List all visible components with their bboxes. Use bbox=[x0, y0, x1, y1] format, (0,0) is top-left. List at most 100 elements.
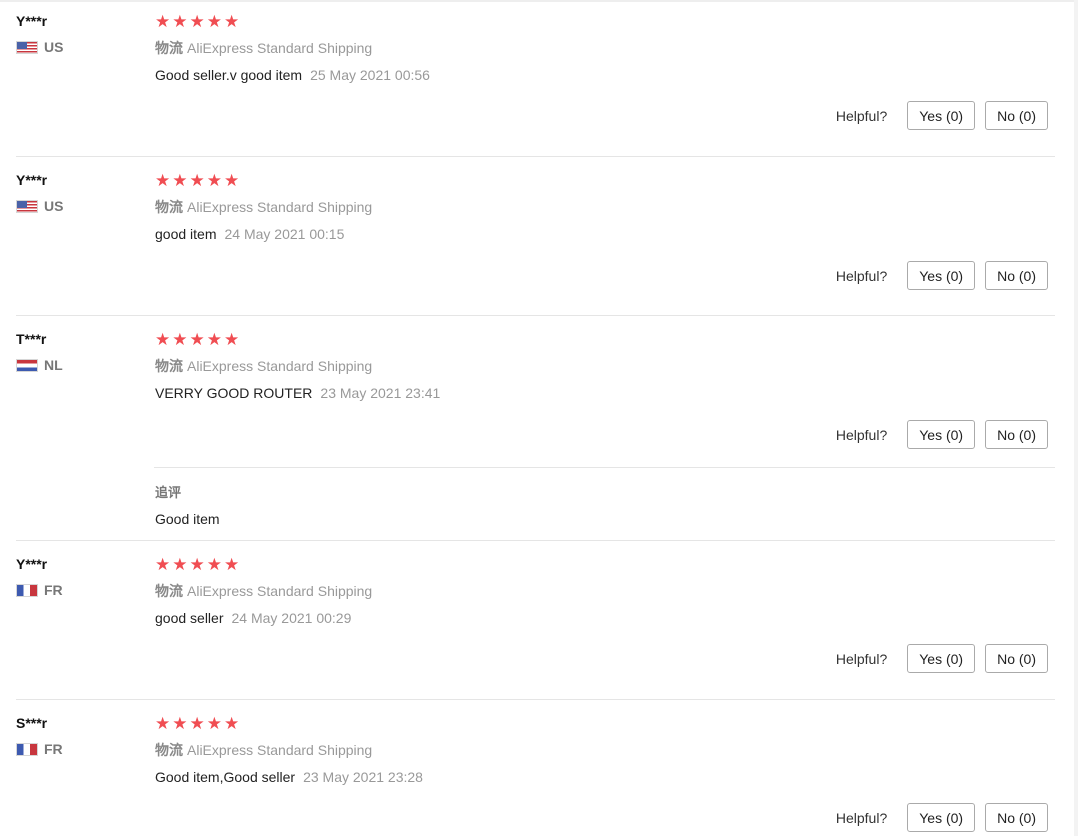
star-icon: ★ bbox=[189, 555, 205, 574]
star-rating: ★ ★ ★ ★ ★ bbox=[155, 12, 1055, 32]
helpful-no-button[interactable]: No (0) bbox=[985, 803, 1048, 832]
helpful-label: Helpful? bbox=[835, 650, 888, 667]
reviewer-country: FR bbox=[16, 741, 136, 757]
nl-flag-icon bbox=[16, 358, 38, 372]
helpful-yes-button[interactable]: Yes (0) bbox=[907, 261, 976, 290]
star-icon: ★ bbox=[172, 555, 188, 574]
reviewer-name: S***r bbox=[16, 715, 48, 731]
review-content: ★ ★ ★ ★ ★ 物流 AliExpress Standard Shipping goo… bbox=[155, 171, 1055, 243]
review-content: ★ ★ ★ ★ ★ 物流 AliExpress Standard Shipping VER… bbox=[155, 330, 1055, 402]
review-text: VERRY GOOD ROUTER bbox=[155, 385, 313, 401]
star-icon: ★ bbox=[172, 714, 188, 733]
star-rating: ★ ★ ★ ★ ★ bbox=[155, 555, 1055, 575]
star-icon: ★ bbox=[189, 330, 205, 349]
helpful-label: Helpful? bbox=[835, 426, 888, 443]
review-date: 24 May 2021 00:29 bbox=[231, 610, 352, 626]
star-icon: ★ bbox=[206, 330, 222, 349]
country-code: FR bbox=[44, 741, 63, 757]
shipping-label: 物流 bbox=[155, 358, 183, 374]
shipping-label: 物流 bbox=[155, 742, 183, 758]
shipping-method: AliExpress Standard Shipping bbox=[187, 742, 373, 758]
star-icon: ★ bbox=[206, 171, 222, 190]
helpful-yes-button[interactable]: Yes (0) bbox=[907, 420, 976, 449]
review-divider bbox=[16, 156, 1055, 157]
review-body: VERRY GOOD ROUTER 23 May 2021 23:41 bbox=[155, 384, 1055, 402]
reviewer-country: FR bbox=[16, 582, 136, 598]
helpful-no-button[interactable]: No (0) bbox=[985, 420, 1048, 449]
reviewer-name: Y***r bbox=[16, 556, 48, 572]
review-content: ★ ★ ★ ★ ★ 物流 AliExpress Standard Shipping Goo… bbox=[155, 12, 1055, 84]
star-rating: ★ ★ ★ ★ ★ bbox=[155, 330, 1055, 350]
reviewer-name: Y***r bbox=[16, 172, 48, 188]
shipping-method: AliExpress Standard Shipping bbox=[187, 40, 373, 56]
helpful-no-button[interactable]: No (0) bbox=[985, 261, 1048, 290]
shipping-info: 物流 AliExpress Standard Shipping bbox=[155, 39, 1055, 57]
star-icon: ★ bbox=[189, 714, 205, 733]
helpful-yes-button[interactable]: Yes (0) bbox=[907, 101, 976, 130]
star-icon: ★ bbox=[172, 171, 188, 190]
star-icon: ★ bbox=[224, 555, 240, 574]
shipping-method: AliExpress Standard Shipping bbox=[187, 199, 373, 215]
followup-divider bbox=[154, 467, 1055, 468]
helpful-no-button[interactable]: No (0) bbox=[985, 644, 1048, 673]
shipping-info: 物流 AliExpress Standard Shipping bbox=[155, 198, 1055, 216]
review-text: Good item,Good seller bbox=[155, 769, 296, 785]
review-divider bbox=[16, 540, 1055, 541]
shipping-label: 物流 bbox=[155, 583, 183, 599]
star-icon: ★ bbox=[206, 12, 222, 31]
shipping-label: 物流 bbox=[155, 40, 183, 56]
star-icon: ★ bbox=[172, 330, 188, 349]
shipping-info: 物流 AliExpress Standard Shipping bbox=[155, 741, 1055, 759]
country-code: US bbox=[44, 198, 64, 214]
review-body: good seller 24 May 2021 00:29 bbox=[155, 609, 1055, 627]
review-content: ★ ★ ★ ★ ★ 物流 AliExpress Standard Shipping goo… bbox=[155, 555, 1055, 627]
star-icon: ★ bbox=[206, 555, 222, 574]
star-icon: ★ bbox=[224, 171, 240, 190]
scrollbar[interactable] bbox=[1074, 0, 1078, 836]
review-body: good item 24 May 2021 00:15 bbox=[155, 225, 1055, 243]
star-rating: ★ ★ ★ ★ ★ bbox=[155, 714, 1055, 734]
helpful-votes: Helpful? Yes (0) No (0) bbox=[836, 644, 1048, 673]
reviewer-country: US bbox=[16, 198, 136, 214]
fr-flag-icon bbox=[16, 742, 38, 756]
helpful-yes-button[interactable]: Yes (0) bbox=[907, 803, 976, 832]
review-date: 23 May 2021 23:41 bbox=[320, 385, 441, 401]
country-code: NL bbox=[44, 357, 63, 373]
review-text: good item bbox=[155, 226, 217, 242]
us-flag-icon bbox=[16, 40, 38, 54]
reviewer-country: NL bbox=[16, 357, 136, 373]
shipping-info: 物流 AliExpress Standard Shipping bbox=[155, 582, 1055, 600]
shipping-method: AliExpress Standard Shipping bbox=[187, 358, 373, 374]
us-flag-icon bbox=[16, 199, 38, 213]
review-text: good seller bbox=[155, 610, 224, 626]
star-icon: ★ bbox=[155, 330, 171, 349]
reviewer-country: US bbox=[16, 39, 136, 55]
review-body: Good seller.v good item 25 May 2021 00:56 bbox=[155, 66, 1055, 84]
review-text: Good seller.v good item bbox=[155, 67, 303, 83]
reviewer-name: Y***r bbox=[16, 13, 48, 29]
country-code: FR bbox=[44, 582, 63, 598]
reviewer-info: Y***r US bbox=[16, 12, 136, 55]
star-icon: ★ bbox=[189, 12, 205, 31]
star-icon: ★ bbox=[224, 714, 240, 733]
followup-text: Good item bbox=[155, 511, 220, 527]
shipping-method: AliExpress Standard Shipping bbox=[187, 583, 373, 599]
reviewer-info: Y***r US bbox=[16, 171, 136, 214]
helpful-yes-button[interactable]: Yes (0) bbox=[907, 644, 976, 673]
shipping-label: 物流 bbox=[155, 199, 183, 215]
shipping-info: 物流 AliExpress Standard Shipping bbox=[155, 357, 1055, 375]
review-date: 25 May 2021 00:56 bbox=[310, 67, 430, 83]
star-icon: ★ bbox=[172, 12, 188, 31]
helpful-label: Helpful? bbox=[835, 267, 888, 284]
star-icon: ★ bbox=[155, 555, 171, 574]
review-divider bbox=[16, 699, 1055, 700]
review-date: 24 May 2021 00:15 bbox=[224, 226, 345, 242]
review-divider bbox=[16, 315, 1055, 316]
star-rating: ★ ★ ★ ★ ★ bbox=[155, 171, 1055, 191]
star-icon: ★ bbox=[155, 171, 171, 190]
top-border bbox=[0, 0, 1078, 2]
helpful-label: Helpful? bbox=[835, 809, 888, 826]
star-icon: ★ bbox=[224, 330, 240, 349]
helpful-no-button[interactable]: No (0) bbox=[985, 101, 1048, 130]
review-date: 23 May 2021 23:28 bbox=[303, 769, 423, 785]
